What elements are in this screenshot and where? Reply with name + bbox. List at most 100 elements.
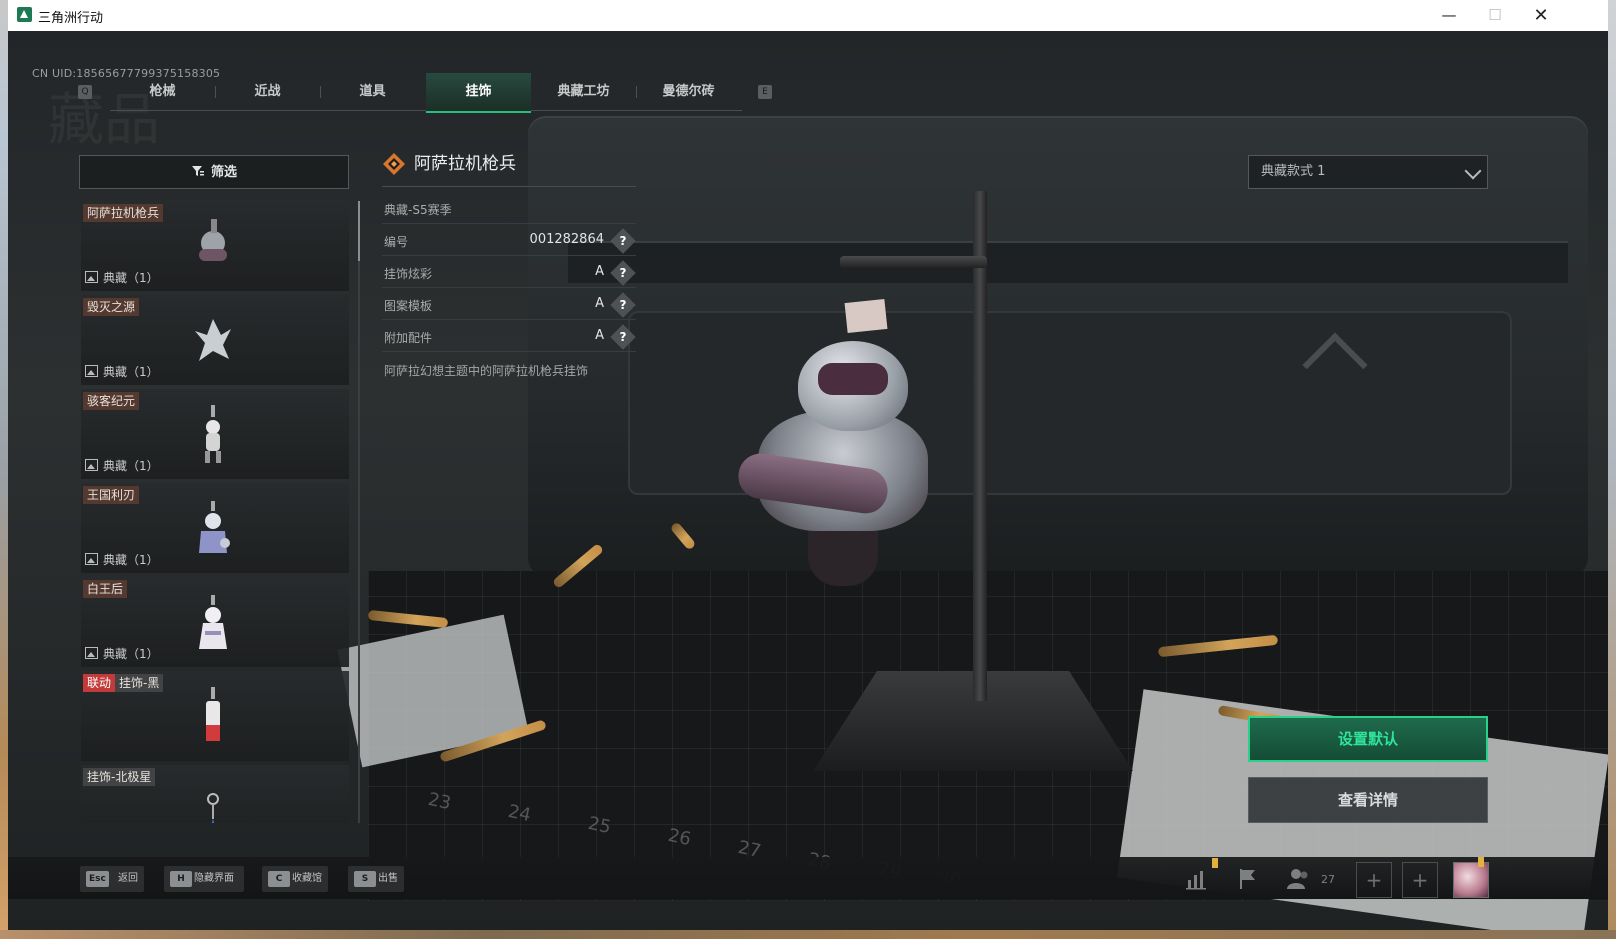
season-label: 典藏-S5赛季 [384, 203, 452, 217]
detail-value: A [595, 264, 604, 279]
tab-mandel-brick[interactable]: 曼德尔砖 [636, 73, 741, 111]
app-logo-icon [17, 7, 32, 22]
list-scrollbar-thumb[interactable] [358, 201, 360, 261]
filter-icon [191, 166, 204, 176]
game-viewport: 23 24 25 26 27 28 29 30 藏品 CN UID:185656… [8, 31, 1608, 930]
desktop-edge-right [1608, 0, 1616, 939]
item-footer-label: 典藏（1） [103, 553, 159, 567]
team-slot-add-button[interactable]: + [1356, 862, 1392, 898]
help-symbol: ? [619, 330, 627, 344]
tab-firearms[interactable]: 枪械 [110, 73, 215, 111]
stats-bar-chart-icon[interactable] [1182, 864, 1212, 894]
display-stand-arm [840, 256, 987, 268]
list-item[interactable]: 联动 挂饰-黑 [81, 671, 349, 761]
item-thumbnail [207, 793, 219, 823]
view-details-button[interactable]: 查看详情 [1248, 777, 1488, 823]
title-bar[interactable]: 三角洲行动 — ☐ ✕ [8, 0, 1608, 32]
charm-3d-preview[interactable] [718, 298, 938, 611]
minimize-button[interactable]: — [1426, 0, 1472, 31]
list-item[interactable]: 阿萨拉机枪兵 典藏（1） [81, 201, 349, 291]
charm-visor [818, 363, 888, 395]
image-icon [85, 459, 98, 471]
detail-value: A [595, 296, 604, 311]
app-window: 三角洲行动 — ☐ ✕ 23 24 25 26 27 28 29 30 [8, 0, 1608, 930]
weapon-case-rib [568, 241, 1568, 283]
item-name: 白王后 [83, 580, 128, 598]
list-item[interactable]: 毁灭之源 典藏（1） [81, 295, 349, 385]
filter-button[interactable]: 筛选 [79, 155, 349, 189]
collab-badge: 联动 [83, 674, 116, 692]
detail-title-text: 阿萨拉机枪兵 [414, 154, 516, 174]
mat-number: 26 [666, 824, 693, 851]
detail-row-color: 挂饰炫彩 A ? [382, 259, 636, 288]
detail-key: 编号 [384, 235, 409, 249]
detail-row-season: 典藏-S5赛季 [382, 195, 636, 224]
help-symbol: ? [619, 234, 627, 248]
list-item[interactable]: 骇客纪元 典藏（1） [81, 389, 349, 479]
friends-icon[interactable] [1284, 864, 1314, 894]
collection-list[interactable]: 阿萨拉机枪兵 典藏（1） 毁灭之源 典藏（1） 骇客纪元 典藏（1） 王国利刃 … [81, 201, 349, 823]
item-name-label: 挂饰-黑 [119, 676, 160, 690]
detail-value: A [595, 328, 604, 343]
hotkey-collection-hall[interactable]: C 收藏馆 [262, 866, 328, 892]
hotkey-back[interactable]: Esc 返回 [80, 866, 144, 892]
item-footer: 典藏（1） [85, 363, 159, 380]
friends-count: 27 [1321, 873, 1335, 886]
list-item[interactable]: 王国利刃 典藏（1） [81, 483, 349, 573]
desktop-edge-left [0, 0, 8, 939]
help-symbol: ? [619, 266, 627, 280]
hotkey-label: 返回 [118, 873, 138, 884]
flag-icon[interactable] [1233, 864, 1263, 894]
detail-row-pattern: 图案模板 A ? [382, 291, 636, 320]
tab-melee[interactable]: 近战 [215, 73, 320, 111]
set-default-button[interactable]: 设置默认 [1248, 716, 1488, 762]
help-icon[interactable]: ? [610, 324, 636, 350]
style-select[interactable]: 典藏款式 1 [1248, 155, 1488, 189]
hotkey-label: 出售 [378, 873, 398, 884]
item-name: 王国利刃 [83, 486, 140, 504]
tab-collection-workshop[interactable]: 典藏工坊 [531, 73, 636, 111]
hotkey-label: 收藏馆 [292, 873, 322, 884]
item-name: 骇客纪元 [83, 392, 140, 410]
item-thumbnail [205, 405, 221, 463]
item-thumbnail [199, 595, 227, 649]
hotkey-hide-ui[interactable]: H 隐藏界面 [164, 866, 244, 892]
hotkey-key: Esc [86, 871, 109, 887]
item-footer: 典藏（1） [85, 551, 159, 568]
item-footer: 典藏（1） [85, 457, 159, 474]
item-footer-label: 典藏（1） [103, 365, 159, 379]
player-avatar[interactable] [1453, 862, 1489, 898]
item-name: 阿萨拉机枪兵 [83, 204, 164, 222]
list-item[interactable]: 挂饰-北极星 [81, 765, 349, 823]
item-name: 挂饰-北极星 [83, 768, 156, 786]
avatar-badge [1478, 857, 1484, 867]
image-icon [85, 553, 98, 565]
item-name: 毁灭之源 [83, 298, 140, 316]
help-icon[interactable]: ? [610, 228, 636, 254]
list-item[interactable]: 白王后 典藏（1） [81, 577, 349, 667]
item-footer-label: 典藏（1） [103, 647, 159, 661]
item-thumbnail [199, 501, 230, 553]
team-slot-add-button[interactable]: + [1402, 862, 1438, 898]
help-icon[interactable]: ? [610, 260, 636, 286]
hotkey-key: S [354, 871, 376, 887]
help-icon[interactable]: ? [610, 292, 636, 318]
image-icon [85, 647, 98, 659]
item-footer: 典藏（1） [85, 645, 159, 662]
style-select-value: 典藏款式 1 [1261, 164, 1326, 179]
tab-items[interactable]: 道具 [320, 73, 425, 111]
list-scrollbar-track[interactable] [358, 201, 360, 823]
maximize-button[interactable]: ☐ [1472, 0, 1518, 31]
detail-key: 图案模板 [384, 299, 433, 313]
hotkey-key: C [268, 871, 290, 887]
mat-number: 25 [586, 812, 613, 839]
detail-value: 001282864 [529, 232, 604, 247]
tab-charms[interactable]: 挂饰 [426, 73, 531, 113]
charm-legs [808, 526, 878, 586]
close-button[interactable]: ✕ [1518, 0, 1564, 31]
detail-row-serial: 编号 001282864 ? [382, 227, 636, 256]
hotkey-sell[interactable]: S 出售 [348, 866, 404, 892]
image-icon [85, 365, 98, 377]
item-thumbnail [206, 687, 220, 741]
charm-tag [844, 298, 888, 334]
